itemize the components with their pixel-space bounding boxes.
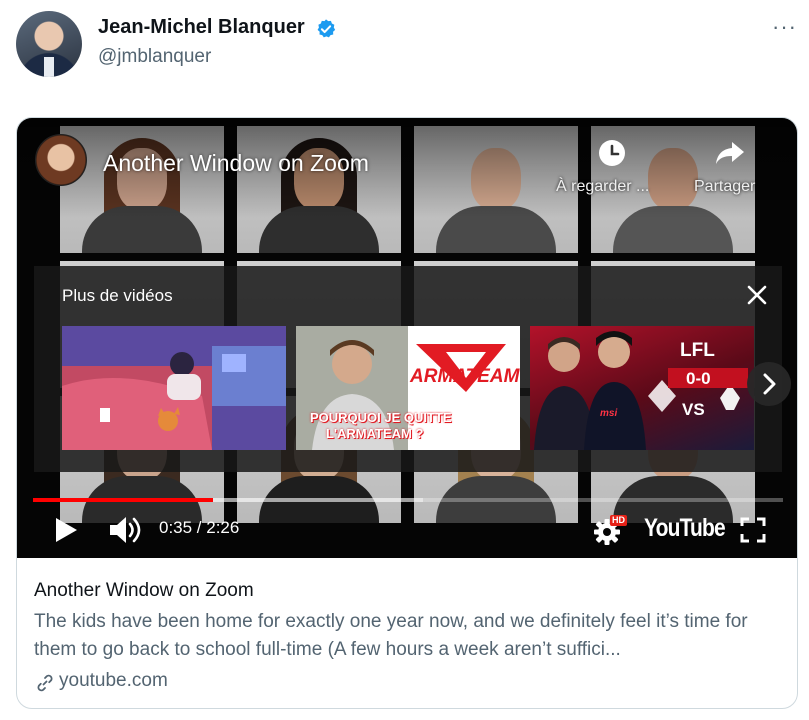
- armateam-logo-text: ARMATEAM: [410, 366, 520, 387]
- time-display: 0:35 / 2:26: [159, 518, 240, 537]
- link-preview-card[interactable]: Another Window on Zoom À regarder ... Pa…: [16, 117, 798, 709]
- vs-text: VS: [682, 400, 705, 419]
- video-progress-bar[interactable]: [33, 498, 783, 502]
- progress-played: [33, 498, 213, 502]
- clock-icon[interactable]: [597, 138, 627, 168]
- suggested-video-thumbnail[interactable]: LFL 0-0 VS msi: [530, 326, 754, 450]
- link-icon: [37, 674, 53, 692]
- share-icon[interactable]: [714, 138, 746, 168]
- lfl-thumbnail-art: [534, 331, 748, 450]
- suggested-video-thumbnail[interactable]: [62, 326, 286, 450]
- score-text: 0-0: [686, 369, 711, 388]
- card-description: The kids have been home for exactly one …: [34, 611, 748, 660]
- share-label[interactable]: Partager: [694, 178, 755, 196]
- close-icon[interactable]: [746, 284, 768, 306]
- play-icon[interactable]: [53, 516, 79, 544]
- author-avatar[interactable]: [16, 11, 82, 77]
- video-title[interactable]: Another Window on Zoom: [103, 150, 369, 177]
- youtube-player[interactable]: Another Window on Zoom À regarder ... Pa…: [17, 118, 797, 558]
- more-options-icon[interactable]: ···: [772, 14, 797, 40]
- thumbnail-caption: L'ARMATEAM ?: [326, 426, 424, 441]
- channel-avatar[interactable]: [35, 134, 87, 186]
- watch-later-label[interactable]: À regarder ...: [556, 178, 649, 196]
- volume-icon[interactable]: [107, 514, 141, 546]
- thumbnail-caption: POURQUOI JE QUITTE: [310, 410, 452, 425]
- card-title[interactable]: Another Window on Zoom: [34, 580, 254, 602]
- lofi-bedroom-illustration: [62, 326, 286, 450]
- author-handle[interactable]: @jmblanquer: [98, 46, 211, 68]
- league-logo-text: LFL: [680, 340, 715, 361]
- author-name[interactable]: Jean-Michel Blanquer: [98, 16, 305, 39]
- more-videos-panel: Plus de vidéos ARMATEAM POURQUOI JE QUIT…: [34, 266, 791, 472]
- suggested-video-thumbnail[interactable]: ARMATEAM POURQUOI JE QUITTE L'ARMATEAM ?: [296, 326, 520, 450]
- next-videos-button[interactable]: [747, 362, 791, 406]
- card-domain[interactable]: youtube.com: [59, 670, 168, 692]
- chevron-right-icon: [763, 373, 776, 395]
- youtube-logo[interactable]: YouTube: [644, 514, 726, 543]
- more-videos-title: Plus de vidéos: [62, 286, 173, 305]
- sponsor-text: msi: [600, 408, 618, 419]
- verified-badge-icon: [317, 19, 336, 38]
- fullscreen-icon[interactable]: [739, 516, 767, 544]
- hd-badge: HD: [610, 515, 627, 526]
